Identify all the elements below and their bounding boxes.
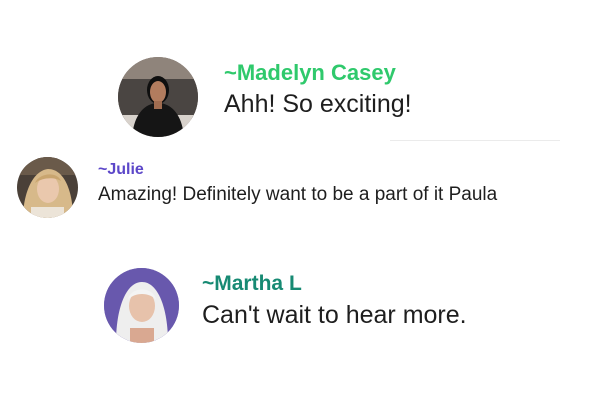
avatar-julie[interactable] — [17, 157, 78, 218]
avatar-martha-l[interactable] — [104, 268, 179, 343]
sender-name[interactable]: ~Julie — [98, 161, 144, 179]
message-text: Amazing! Definitely want to be a part of… — [98, 184, 498, 205]
avatar-madelyn-casey[interactable] — [118, 57, 198, 137]
avatar-photo-icon — [17, 157, 78, 218]
avatar-photo-icon — [118, 57, 198, 137]
avatar-photo-icon — [104, 268, 179, 343]
sender-name[interactable]: ~Martha L — [202, 272, 302, 296]
chat-thread: ~Madelyn Casey Ahh! So exciting! ~Julie … — [0, 0, 600, 420]
sender-name[interactable]: ~Madelyn Casey — [224, 60, 396, 86]
message-text: Can't wait to hear more. — [202, 301, 467, 329]
message-text: Ahh! So exciting! — [224, 90, 412, 118]
divider — [390, 140, 560, 141]
